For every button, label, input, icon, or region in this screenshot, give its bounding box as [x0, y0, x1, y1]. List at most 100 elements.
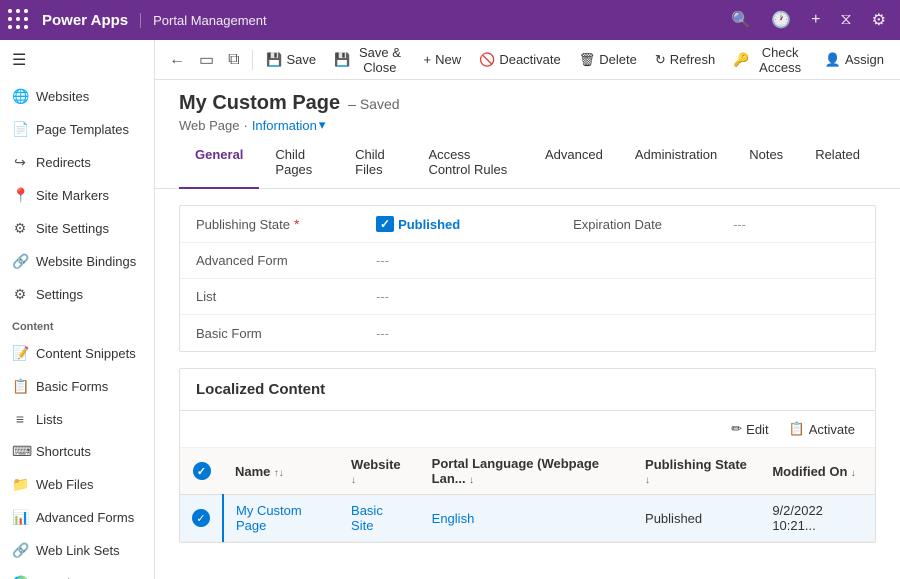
site-settings-icon: ⚙	[12, 220, 28, 237]
table-header-publishing-state[interactable]: Publishing State ↓	[633, 448, 760, 495]
table-header-row: ✓ Name ↑↓ Website ↓ Portal L	[180, 448, 875, 495]
settings-nav-icon: ⚙	[12, 286, 28, 303]
sidebar-item-redirects-label: Redirects	[36, 155, 91, 170]
publishing-state-sort-icon: ↓	[645, 475, 650, 486]
refresh-button[interactable]: ↻ Refresh	[647, 48, 723, 72]
tab-access-control-rules[interactable]: Access Control Rules	[412, 137, 529, 189]
list-row: List ---	[180, 279, 875, 315]
row-language-link[interactable]: English	[432, 511, 475, 526]
deactivate-icon: 🚫	[479, 52, 495, 68]
activate-button[interactable]: 📋 Activate	[781, 417, 863, 441]
tab-related[interactable]: Related	[799, 137, 876, 189]
content-snippets-icon: 📝	[12, 345, 28, 362]
localized-content-toolbar: ✏ Edit 📋 Activate	[180, 411, 875, 448]
tab-child-files[interactable]: Child Files	[339, 137, 412, 189]
subtitle-type: Web Page	[179, 118, 239, 133]
sidebar-item-web-link-sets[interactable]: 🔗 Web Link Sets	[0, 534, 154, 567]
sidebar-item-shortcuts[interactable]: ⌨ Shortcuts	[0, 435, 154, 468]
sidebar-item-content-snippets[interactable]: 📝 Content Snippets	[0, 337, 154, 370]
check-access-button[interactable]: 🔑 Check Access	[725, 41, 815, 79]
sidebar-item-websites[interactable]: 🌐 Websites	[0, 80, 154, 113]
row-name-link[interactable]: My Custom Page	[236, 503, 302, 533]
activate-icon: 📋	[789, 421, 805, 437]
window-button[interactable]: ⧉	[222, 47, 245, 73]
settings-icon[interactable]: ⚙	[866, 10, 892, 30]
new-button[interactable]: + New	[416, 48, 470, 71]
filter-icon[interactable]: ⧖	[834, 11, 857, 29]
tab-notes[interactable]: Notes	[733, 137, 799, 189]
assign-icon: 👤	[825, 52, 841, 68]
subtitle-sep: ·	[243, 118, 247, 133]
delete-button[interactable]: 🗑 Delete	[571, 48, 645, 72]
save-button[interactable]: 💾 Save	[258, 48, 324, 72]
hamburger-icon[interactable]: ☰	[0, 40, 154, 80]
table-header-name[interactable]: Name ↑↓	[223, 448, 339, 495]
app-grid-icon[interactable]	[8, 9, 30, 31]
table-row[interactable]: ✓ My Custom Page Basic Site English	[180, 495, 875, 542]
sidebar-item-website-bindings-label: Website Bindings	[36, 254, 136, 269]
back-button[interactable]: ←	[163, 47, 191, 73]
name-sort-icon: ↑↓	[274, 468, 284, 479]
assign-button[interactable]: 👤 Assign	[817, 48, 892, 72]
sidebar-item-page-templates[interactable]: 📄 Page Templates	[0, 113, 154, 146]
save-icon: 💾	[266, 52, 282, 68]
row-name-cell[interactable]: My Custom Page	[223, 495, 339, 542]
recent-icon[interactable]: 🕐	[765, 10, 797, 30]
lists-icon: ≡	[12, 411, 28, 427]
list-label: List	[196, 289, 376, 304]
sidebar-item-website-bindings[interactable]: 🔗 Website Bindings	[0, 245, 154, 278]
row-website-link[interactable]: Basic Site	[351, 503, 383, 533]
edit-icon: ✏	[731, 421, 742, 437]
sidebar-item-site-settings-label: Site Settings	[36, 221, 109, 236]
sidebar-item-web-files-label: Web Files	[36, 477, 94, 492]
row-checkbox[interactable]: ✓	[180, 495, 223, 542]
fields-section: Publishing State * ✓ Published Expiratio…	[179, 205, 876, 352]
add-icon[interactable]: +	[805, 11, 826, 29]
sidebar-item-redirects[interactable]: ↪ Redirects	[0, 146, 154, 179]
tab-administration[interactable]: Administration	[619, 137, 733, 189]
tab-child-pages[interactable]: Child Pages	[259, 137, 339, 189]
header-check-icon[interactable]: ✓	[193, 462, 211, 480]
sidebar-item-site-markers[interactable]: 📍 Site Markers	[0, 179, 154, 212]
form-view-button[interactable]: ▭	[193, 46, 220, 74]
basic-form-value: ---	[376, 326, 389, 341]
sidebar-item-settings-label: Settings	[36, 287, 83, 302]
localized-content-title: Localized Content	[196, 381, 325, 398]
sidebar-item-basic-forms[interactable]: 📋 Basic Forms	[0, 370, 154, 403]
table-header-website[interactable]: Website ↓	[339, 448, 420, 495]
redirects-icon: ↪	[12, 154, 28, 171]
advanced-form-label: Advanced Form	[196, 253, 376, 268]
tab-general[interactable]: General	[179, 137, 259, 189]
localized-content-section: Localized Content ✏ Edit 📋 Activate	[179, 368, 876, 543]
basic-form-row: Basic Form ---	[180, 315, 875, 351]
table-header-language[interactable]: Portal Language (Webpage Lan... ↓	[420, 448, 633, 495]
publishing-state-value[interactable]: ✓ Published	[376, 216, 460, 232]
edit-button[interactable]: ✏ Edit	[723, 417, 776, 441]
tab-advanced[interactable]: Advanced	[529, 137, 619, 189]
row-website-cell: Basic Site	[339, 495, 420, 542]
sidebar-item-portal-languages[interactable]: 🌍 Portal Languages	[0, 567, 154, 579]
check-access-icon: 🔑	[733, 52, 749, 68]
page-title: My Custom Page	[179, 92, 340, 115]
publishing-state-row: Publishing State * ✓ Published Expiratio…	[180, 206, 875, 243]
row-publishing-state-cell: Published	[633, 495, 760, 542]
row-language-cell: English	[420, 495, 633, 542]
sidebar-item-web-files[interactable]: 📁 Web Files	[0, 468, 154, 501]
sidebar-item-settings[interactable]: ⚙ Settings	[0, 278, 154, 311]
required-star: *	[294, 216, 299, 232]
deactivate-button[interactable]: 🚫 Deactivate	[471, 48, 569, 72]
sidebar-item-advanced-forms[interactable]: 📊 Advanced Forms	[0, 501, 154, 534]
sidebar-item-site-settings[interactable]: ⚙ Site Settings	[0, 212, 154, 245]
sidebar-item-lists[interactable]: ≡ Lists	[0, 403, 154, 435]
row-check-icon: ✓	[192, 509, 210, 527]
activate-label: Activate	[809, 422, 855, 437]
search-icon[interactable]: 🔍	[725, 10, 757, 30]
portal-languages-icon: 🌍	[12, 575, 28, 579]
save-close-button[interactable]: 💾 Save & Close	[326, 41, 413, 79]
top-nav: Power Apps Portal Management 🔍 🕐 + ⧖ ⚙	[0, 0, 900, 40]
page-subtitle: Web Page · Information ▾	[179, 117, 876, 133]
table-header-modified-on[interactable]: Modified On ↓	[760, 448, 875, 495]
subtitle-view[interactable]: Information ▾	[252, 117, 326, 133]
sidebar-item-websites-label: Websites	[36, 89, 89, 104]
tabs: General Child Pages Child Files Access C…	[155, 137, 900, 189]
